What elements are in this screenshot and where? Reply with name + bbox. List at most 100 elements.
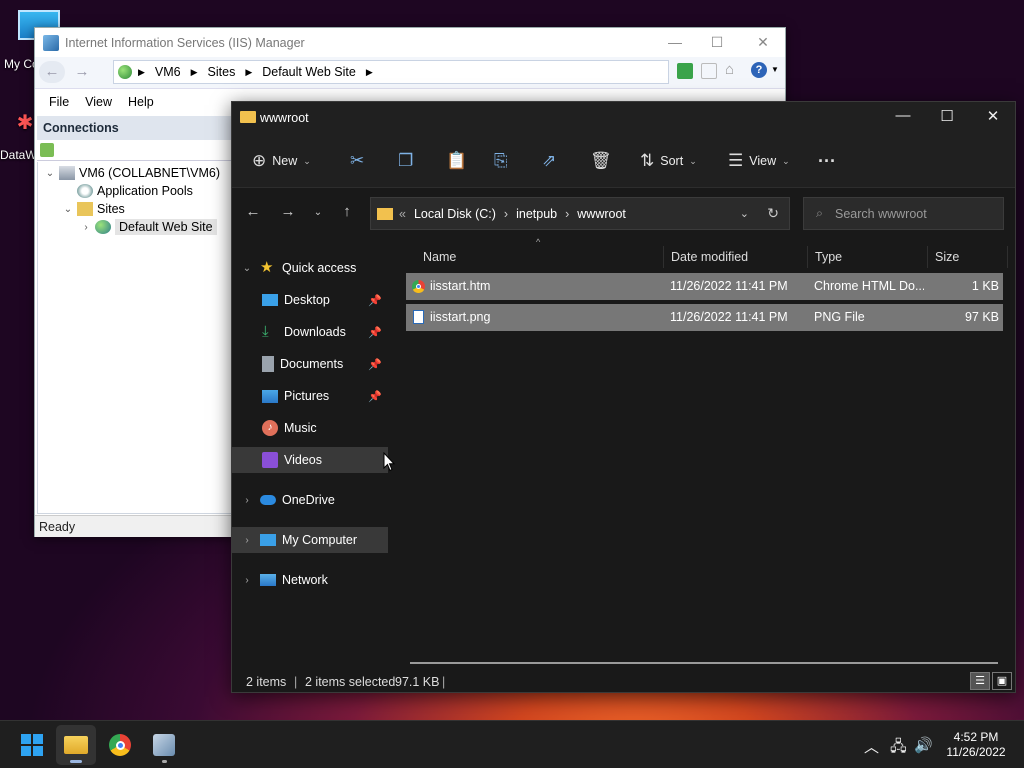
breadcrumb[interactable]: ▶ VM6 ▶ Sites ▶ Default Web Site ▶ (113, 60, 669, 84)
nav-quick-access[interactable]: ⌄ ★ Quick access (232, 255, 388, 281)
tiles-view-button[interactable]: ▣ (992, 672, 1012, 690)
column-header-size[interactable]: Size (928, 246, 1008, 268)
file-date: 11/26/2022 11:41 PM (670, 279, 788, 293)
chevron-right-icon[interactable]: › (240, 495, 254, 506)
selected-size: 97.1 KB (395, 675, 440, 689)
pin-icon[interactable]: 📌 (368, 390, 382, 403)
paste-button[interactable]: 📋 (446, 148, 473, 174)
menu-file[interactable]: File (49, 95, 69, 109)
iis-titlebar[interactable]: Internet Information Services (IIS) Mana… (35, 28, 785, 57)
expand-icon[interactable]: › (80, 222, 92, 233)
network-icon[interactable]: 🖧 (890, 736, 907, 761)
chevron-down-icon[interactable]: ▼ (771, 65, 779, 74)
tree-item-default-web-site[interactable]: › Default Web Site (80, 219, 217, 235)
help-icon[interactable]: ? (751, 62, 767, 78)
home-icon[interactable]: ⌂ (725, 61, 734, 78)
nav-onedrive[interactable]: › OneDrive (232, 487, 388, 513)
nav-documents[interactable]: Documents 📌 (232, 351, 388, 377)
new-button[interactable]: ⊕ New ⌄ (252, 148, 311, 174)
forward-arrow-icon[interactable]: → (277, 203, 299, 220)
start-button[interactable] (12, 725, 52, 765)
more-options-button[interactable]: ··· (818, 148, 842, 174)
column-header-name[interactable]: Name (416, 246, 664, 268)
pin-icon[interactable]: 📌 (368, 326, 382, 339)
connect-icon[interactable] (40, 143, 54, 157)
address-history-icon[interactable]: ⌄ (740, 207, 749, 220)
column-header-type[interactable]: Type (808, 246, 928, 268)
chevron-right-icon[interactable]: › (240, 575, 254, 586)
breadcrumb-item[interactable]: inetpub (516, 207, 557, 221)
windows-icon (21, 734, 43, 756)
breadcrumb-item[interactable]: wwwroot (577, 207, 626, 221)
taskbar-chrome[interactable] (100, 725, 140, 765)
menu-help[interactable]: Help (128, 95, 154, 109)
file-explorer-window[interactable]: wwwroot — ☐ ✕ ⊕ New ⌄ ✂ ❐ 📋 ⎘ ⇗ 🗑 ⇅ Sort… (231, 101, 1016, 693)
tree-item-label: Application Pools (97, 184, 193, 198)
pin-icon[interactable]: 📌 (368, 294, 382, 307)
refresh-icon[interactable] (677, 63, 693, 79)
maximize-button[interactable]: ☐ (702, 34, 732, 51)
tiles-view-icon: ▣ (996, 675, 1008, 687)
nav-videos[interactable]: Videos (232, 447, 388, 473)
taskbar-file-explorer[interactable] (56, 725, 96, 765)
show-hidden-icons-icon[interactable]: ︿ (864, 736, 879, 757)
taskbar-iis-manager[interactable] (144, 725, 184, 765)
maximize-button[interactable]: ☐ (924, 107, 970, 125)
file-row[interactable]: iisstart.png 11/26/2022 11:41 PM PNG Fil… (406, 304, 1003, 331)
tree-item-application-pools[interactable]: Application Pools (62, 184, 193, 198)
breadcrumb-item[interactable]: Sites (208, 65, 236, 79)
refresh-icon[interactable]: ↻ (767, 205, 779, 222)
breadcrumb-item[interactable]: Default Web Site (262, 65, 356, 79)
stop-icon[interactable] (701, 63, 717, 79)
volume-icon[interactable]: 🔊 (914, 736, 933, 754)
minimize-button[interactable]: — (880, 107, 926, 124)
nav-desktop[interactable]: Desktop 📌 (232, 287, 388, 313)
back-button[interactable]: ← (39, 61, 65, 83)
nav-label: Quick access (282, 261, 357, 275)
column-header-date-modified[interactable]: Date modified (664, 246, 808, 268)
forward-button[interactable]: → (69, 61, 95, 83)
breadcrumb-item[interactable]: VM6 (155, 65, 181, 79)
nav-pictures[interactable]: Pictures 📌 (232, 383, 388, 409)
view-button[interactable]: ☰ View ⌄ (728, 148, 790, 174)
chevron-down-icon[interactable]: ⌄ (240, 263, 254, 274)
up-arrow-icon[interactable]: ↑ (336, 203, 358, 220)
nav-music[interactable]: ♪ Music (232, 415, 388, 441)
copy-button[interactable]: ❐ (398, 148, 419, 174)
close-button[interactable]: ✕ (970, 107, 1016, 125)
collapse-icon[interactable]: ⌄ (62, 204, 74, 215)
connections-toolbar (37, 141, 237, 161)
clock[interactable]: 4:52 PM 11/26/2022 (936, 730, 1016, 760)
share-button[interactable]: ⇗ (542, 148, 562, 174)
file-row[interactable]: iisstart.htm 11/26/2022 11:41 PM Chrome … (406, 273, 1003, 300)
cut-button[interactable]: ✂ (350, 148, 370, 174)
nav-downloads[interactable]: ⤓ Downloads 📌 (232, 319, 388, 345)
search-input[interactable]: ⌕ Search wwwroot (803, 197, 1004, 230)
nav-my-computer[interactable]: › My Computer (232, 527, 388, 553)
rename-button[interactable]: ⎘ (494, 148, 514, 174)
tree-item-sites[interactable]: ⌄ Sites (62, 202, 125, 216)
close-button[interactable]: ✕ (748, 34, 778, 51)
sort-button[interactable]: ⇅ Sort ⌄ (640, 148, 697, 174)
explorer-titlebar[interactable]: wwwroot — ☐ ✕ (232, 102, 1015, 134)
overflow-icon[interactable]: « (399, 207, 406, 221)
music-icon: ♪ (262, 420, 278, 436)
menu-view[interactable]: View (85, 95, 112, 109)
collapse-icon[interactable]: ⌄ (44, 168, 56, 179)
back-arrow-icon[interactable]: ← (242, 203, 264, 220)
tree-item-server[interactable]: ⌄ VM6 (COLLABNET\VM6) (44, 166, 220, 180)
chevron-right-icon[interactable]: › (240, 535, 254, 546)
selected-count: 2 items selected (305, 675, 396, 689)
address-bar[interactable]: « Local Disk (C:) › inetpub › wwwroot ⌄ … (370, 197, 790, 230)
status-divider: | (442, 675, 446, 689)
nav-network[interactable]: › Network (232, 567, 388, 593)
details-view-button[interactable]: ☰ (970, 672, 990, 690)
minimize-button[interactable]: — (660, 34, 690, 50)
breadcrumb-item[interactable]: Local Disk (C:) (414, 207, 496, 221)
pin-icon[interactable]: 📌 (368, 358, 382, 371)
delete-button[interactable]: 🗑 (590, 148, 618, 174)
scissors-icon: ✂ (350, 151, 365, 170)
horizontal-scrollbar[interactable] (410, 662, 998, 664)
iis-address-bar: ← → ▶ VM6 ▶ Sites ▶ Default Web Site ▶ ⌂… (35, 57, 785, 89)
recent-locations-icon[interactable]: ⌄ (307, 207, 329, 218)
